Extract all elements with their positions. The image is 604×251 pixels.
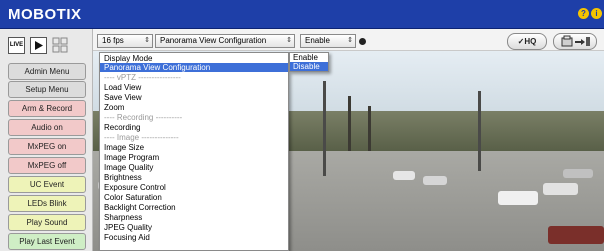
menu-item-focusing-aid[interactable]: Focusing Aid xyxy=(100,233,288,242)
menu-item-save-view[interactable]: Save View xyxy=(100,93,288,102)
camera-car xyxy=(548,226,604,244)
enable-dropdown-menu: Enable Disable xyxy=(289,52,329,72)
mxpeg-on-button[interactable]: MxPEG on xyxy=(8,138,86,155)
question-icon[interactable]: ? xyxy=(578,8,589,19)
uc-event-button[interactable]: UC Event xyxy=(8,176,86,193)
camera-car xyxy=(563,169,593,178)
hq-button[interactable]: ✓HQ xyxy=(507,33,547,50)
grid-icon[interactable] xyxy=(52,37,69,54)
fps-select-value: 16 fps xyxy=(102,36,124,45)
leds-blink-button[interactable]: LEDs Blink xyxy=(8,195,86,212)
sidebar: LIVE Admin Menu Setup Menu Arm & Record … xyxy=(0,29,93,251)
menu-item-sharpness[interactable]: Sharpness xyxy=(100,213,288,222)
menu-item-color-saturation[interactable]: Color Saturation xyxy=(100,193,288,202)
play-last-event-button[interactable]: Play Last Event xyxy=(8,233,86,250)
title-bar: MOBOTIX ? i xyxy=(0,0,604,29)
export-icon[interactable] xyxy=(553,33,597,50)
menu-separator-vptz: ---- vPTZ ---------------- xyxy=(104,73,181,82)
fps-select[interactable]: 16 fps ⇕ xyxy=(97,34,153,48)
menu-item-jpeg-quality[interactable]: JPEG Quality xyxy=(100,223,288,232)
menu-item-zoom[interactable]: Zoom xyxy=(100,103,288,112)
play-sound-button[interactable]: Play Sound xyxy=(8,214,86,231)
config-select[interactable]: Panorama View Configuration ⇕ xyxy=(155,34,295,48)
camera-tree xyxy=(348,96,351,151)
enable-select-value: Enable xyxy=(305,36,330,45)
config-dropdown-menu: Display Mode Panorama View Configuration… xyxy=(99,52,289,251)
menu-item-brightness[interactable]: Brightness xyxy=(100,173,288,182)
admin-menu-button[interactable]: Admin Menu xyxy=(8,63,86,80)
camera-car xyxy=(498,191,538,205)
camera-tree xyxy=(368,106,371,151)
config-select-value: Panorama View Configuration xyxy=(160,36,267,45)
camera-car xyxy=(543,183,578,195)
toolbar: 16 fps ⇕ Panorama View Configuration ⇕ E… xyxy=(93,29,604,51)
hq-button-label: HQ xyxy=(524,37,537,46)
fps-select-arrows-icon: ⇕ xyxy=(144,37,150,44)
menu-separator-recording: ---- Recording ---------- xyxy=(104,113,183,122)
camera-lamp-post xyxy=(323,81,326,176)
enable-select[interactable]: Enable ⇕ xyxy=(300,34,356,48)
menu-item-disable[interactable]: Disable xyxy=(290,62,328,71)
menu-item-recording[interactable]: Recording xyxy=(100,123,288,132)
setup-menu-button[interactable]: Setup Menu xyxy=(8,81,86,98)
menu-item-backlight-correction[interactable]: Backlight Correction xyxy=(100,203,288,212)
menu-item-display-mode[interactable]: Display Mode xyxy=(100,54,288,63)
menu-item-exposure-control[interactable]: Exposure Control xyxy=(100,183,288,192)
mxpeg-off-button[interactable]: MxPEG off xyxy=(8,157,86,174)
menu-item-enable[interactable]: Enable xyxy=(290,53,328,62)
camera-car xyxy=(423,176,447,185)
info-icon[interactable]: i xyxy=(591,8,602,19)
menu-item-image-size[interactable]: Image Size xyxy=(100,143,288,152)
audio-on-button[interactable]: Audio on xyxy=(8,119,86,136)
enable-select-arrows-icon: ⇕ xyxy=(347,37,353,44)
camera-lamp-post xyxy=(478,91,481,171)
live-view-button[interactable]: LIVE xyxy=(8,37,25,54)
config-select-arrows-icon: ⇕ xyxy=(286,37,292,44)
play-icon[interactable] xyxy=(30,37,47,54)
menu-item-image-program[interactable]: Image Program xyxy=(100,153,288,162)
camera-car xyxy=(393,171,415,180)
info-dot-icon[interactable] xyxy=(359,38,366,45)
brand-logo: MOBOTIX xyxy=(8,6,82,23)
menu-item-panorama-view-configuration[interactable]: Panorama View Configuration xyxy=(100,63,288,72)
menu-item-load-view[interactable]: Load View xyxy=(100,83,288,92)
menu-item-image-quality[interactable]: Image Quality xyxy=(100,163,288,172)
arm-record-button[interactable]: Arm & Record xyxy=(8,100,86,117)
menu-separator-image: ---- Image -------------- xyxy=(104,133,179,142)
